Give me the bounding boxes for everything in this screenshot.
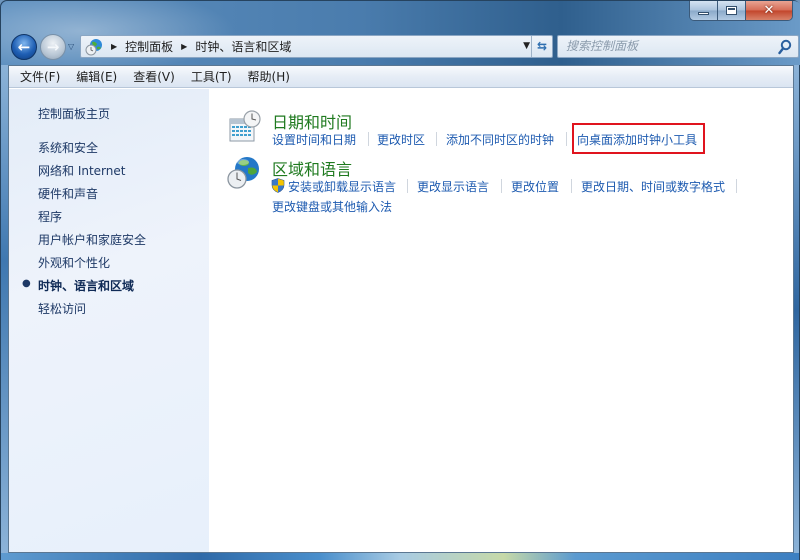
sidebar-item-hardware-sound[interactable]: 硬件和声音 — [38, 185, 98, 202]
address-dropdown-icon[interactable]: ▼ — [523, 41, 530, 51]
menu-bar: 文件(F) 编辑(E) 查看(V) 工具(T) 帮助(H) — [9, 66, 793, 88]
minimize-icon — [698, 12, 709, 15]
uac-shield-icon — [271, 178, 285, 193]
menu-edit[interactable]: 编辑(E) — [68, 67, 125, 87]
link-divider — [501, 179, 502, 193]
menu-file[interactable]: 文件(F) — [12, 67, 68, 87]
link-install-display-language[interactable]: 安装或卸载显示语言 — [288, 178, 396, 195]
link-add-clock-gadget[interactable]: 向桌面添加时钟小工具 — [577, 131, 697, 148]
main-content: 日期和时间 设置时间和日期 更改时区 添加不同时区的时钟 向桌面添加时钟小工具 — [209, 89, 793, 552]
sidebar-item-system-security[interactable]: 系统和安全 — [38, 139, 98, 156]
forward-button[interactable]: → — [40, 34, 66, 60]
search-box — [557, 35, 799, 58]
close-icon: ✕ — [763, 3, 775, 18]
link-change-time-zone[interactable]: 更改时区 — [377, 131, 425, 148]
menu-tools[interactable]: 工具(T) — [183, 67, 240, 87]
link-change-display-language[interactable]: 更改显示语言 — [417, 178, 489, 195]
breadcrumb-control-panel[interactable]: 控制面板 — [125, 38, 173, 55]
window-border-left — [1, 65, 8, 555]
sidebar-item-appearance[interactable]: 外观和个性化 — [38, 254, 110, 271]
navigation-bar: ← → ▽ ▶ 控制面板 ▶ 时钟、语言和区域 ▼ ⇆ — [9, 33, 799, 61]
address-divider — [531, 36, 532, 57]
sidebar-item-programs[interactable]: 程序 — [38, 208, 62, 225]
sidebar: 控制面板主页 系统和安全 网络和 Internet 硬件和声音 程序 用户帐户和… — [9, 89, 209, 552]
link-divider — [566, 132, 567, 146]
maximize-icon — [726, 6, 737, 15]
sidebar-item-clock-language-region[interactable]: 时钟、语言和区域 — [38, 277, 134, 294]
refresh-icon: ⇆ — [536, 39, 548, 53]
back-button[interactable]: ← — [11, 34, 37, 60]
link-divider — [407, 179, 408, 193]
control-panel-globe-icon — [85, 38, 103, 56]
refresh-button[interactable]: ⇆ — [534, 38, 550, 54]
close-button[interactable]: ✕ — [746, 1, 792, 20]
search-input[interactable] — [566, 39, 766, 53]
current-item-bullet-icon: ● — [22, 278, 31, 289]
link-change-location[interactable]: 更改位置 — [511, 178, 559, 195]
breadcrumb-clock-language-region[interactable]: 时钟、语言和区域 — [195, 38, 291, 55]
recent-pages-dropdown[interactable]: ▽ — [68, 42, 78, 52]
menu-help[interactable]: 帮助(H) — [240, 67, 298, 87]
search-icon[interactable] — [778, 39, 792, 55]
chevron-down-icon: ▽ — [68, 42, 75, 51]
link-divider — [368, 132, 369, 146]
address-bar[interactable]: ▶ 控制面板 ▶ 时钟、语言和区域 ▼ ⇆ — [80, 35, 553, 58]
maximize-button[interactable] — [718, 1, 746, 20]
link-change-date-time-number-format[interactable]: 更改日期、时间或数字格式 — [581, 178, 725, 195]
client-area: 文件(F) 编辑(E) 查看(V) 工具(T) 帮助(H) 控制面板主页 系统和… — [8, 65, 794, 553]
link-divider — [736, 179, 737, 193]
minimize-button[interactable] — [690, 1, 718, 20]
category-title-region-language[interactable]: 区域和语言 — [272, 156, 352, 180]
link-change-keyboard-input[interactable]: 更改键盘或其他输入法 — [272, 198, 392, 215]
sidebar-item-network-internet[interactable]: 网络和 Internet — [38, 162, 125, 179]
breadcrumb-arrow-icon[interactable]: ▶ — [181, 42, 187, 51]
control-panel-window: ✕ ← → ▽ ▶ 控制面板 ▶ 时钟、语言和区域 ▼ ⇆ 搜索控制面板 文件(… — [0, 0, 800, 560]
sidebar-item-user-accounts[interactable]: 用户帐户和家庭安全 — [38, 231, 146, 248]
menu-view[interactable]: 查看(V) — [125, 67, 183, 87]
caption-buttons: ✕ — [689, 1, 793, 21]
window-border-bottom — [1, 553, 799, 560]
sidebar-item-home[interactable]: 控制面板主页 — [38, 105, 110, 122]
link-add-clocks-different-zones[interactable]: 添加不同时区的时钟 — [446, 131, 554, 148]
arrow-right-icon: → — [46, 38, 60, 56]
sidebar-item-ease-of-access[interactable]: 轻松访问 — [38, 300, 86, 317]
breadcrumb-arrow-icon[interactable]: ▶ — [111, 42, 117, 51]
calendar-clock-icon[interactable] — [228, 110, 262, 144]
arrow-left-icon: ← — [17, 38, 31, 56]
category-title-date-time[interactable]: 日期和时间 — [272, 109, 352, 133]
link-divider — [436, 132, 437, 146]
link-set-time-date[interactable]: 设置时间和日期 — [272, 131, 356, 148]
globe-clock-icon[interactable] — [226, 155, 262, 191]
link-divider — [571, 179, 572, 193]
